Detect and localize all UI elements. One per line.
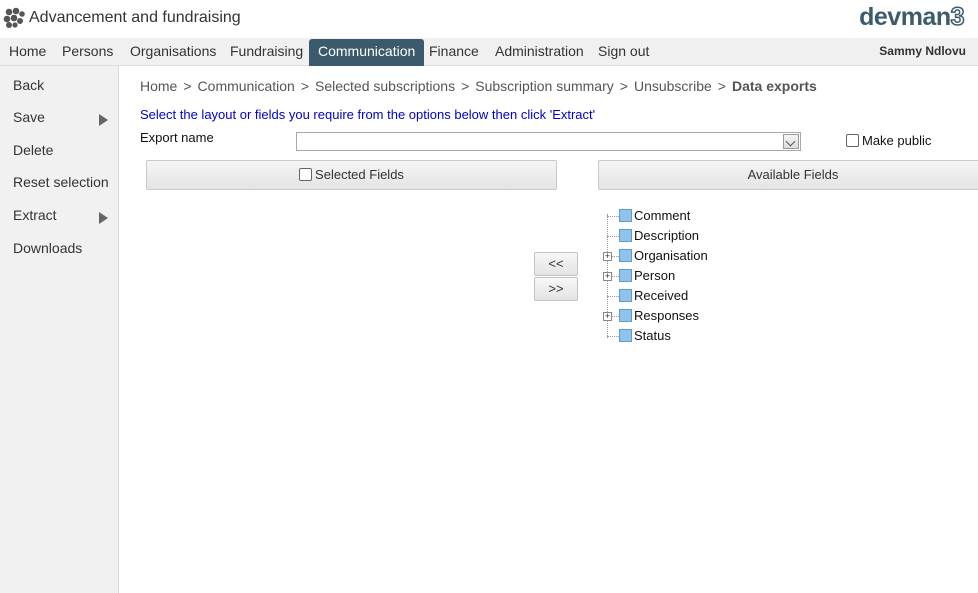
tree-item-label[interactable]: Status xyxy=(634,328,671,343)
breadcrumb-separator: > xyxy=(619,78,628,94)
breadcrumb-separator: > xyxy=(183,78,192,94)
nav-sign-out[interactable]: Sign out xyxy=(589,39,658,66)
tree-item-label[interactable]: Description xyxy=(634,228,699,243)
sidebar-item-delete[interactable]: Delete xyxy=(13,142,53,158)
move-left-button[interactable]: << xyxy=(534,252,578,276)
expand-plus-icon[interactable]: + xyxy=(603,272,612,281)
user-name: Sammy Ndlovu xyxy=(879,44,966,58)
save-submenu-arrow-icon[interactable] xyxy=(99,114,108,126)
tree-item-label[interactable]: Person xyxy=(634,268,675,283)
title-bar: Advancement and fundraising devman3 xyxy=(0,0,978,38)
nav-fundraising[interactable]: Fundraising xyxy=(221,39,312,66)
tree-item-label[interactable]: Comment xyxy=(634,208,690,223)
make-public-checkbox[interactable] xyxy=(846,134,859,147)
breadcrumb-separator: > xyxy=(717,78,726,94)
expand-plus-icon[interactable]: + xyxy=(603,252,612,261)
breadcrumb-current: Data exports xyxy=(731,78,817,94)
sidebar-item-back[interactable]: Back xyxy=(13,77,44,93)
make-public-option[interactable]: Make public xyxy=(846,133,931,148)
breadcrumb-separator: > xyxy=(300,78,309,94)
sidebar-item-save[interactable]: Save xyxy=(13,109,45,125)
breadcrumb-home[interactable]: Home xyxy=(140,78,177,94)
top-nav: Home Persons Organisations Fundraising C… xyxy=(0,38,978,66)
breadcrumb-subscription-summary[interactable]: Subscription summary xyxy=(475,78,614,94)
field-checkbox[interactable] xyxy=(619,309,632,322)
extract-submenu-arrow-icon[interactable] xyxy=(99,212,108,224)
tree-item-label[interactable]: Responses xyxy=(634,308,699,323)
expand-plus-icon[interactable]: + xyxy=(603,312,612,321)
breadcrumb-unsubscribe[interactable]: Unsubscribe xyxy=(634,78,712,94)
field-checkbox[interactable] xyxy=(619,329,632,342)
nav-communication[interactable]: Communication xyxy=(309,39,425,66)
sidebar: Back Save Delete Reset selection Extract… xyxy=(0,66,119,593)
export-name-label: Export name xyxy=(140,130,214,145)
field-checkbox[interactable] xyxy=(619,209,632,222)
tree-item-label[interactable]: Received xyxy=(634,288,688,303)
field-checkbox[interactable] xyxy=(619,229,632,242)
breadcrumb-selected-subscriptions[interactable]: Selected subscriptions xyxy=(315,78,455,94)
brand-logo: devman3 xyxy=(859,2,965,32)
field-checkbox[interactable] xyxy=(619,289,632,302)
app-logo-icon xyxy=(3,7,25,28)
make-public-label: Make public xyxy=(862,133,932,148)
breadcrumb-communication[interactable]: Communication xyxy=(198,78,295,94)
nav-administration[interactable]: Administration xyxy=(486,39,593,66)
export-name-select[interactable] xyxy=(296,132,801,151)
field-checkbox[interactable] xyxy=(619,249,632,262)
nav-organisations[interactable]: Organisations xyxy=(121,39,225,66)
nav-home[interactable]: Home xyxy=(0,39,55,66)
sidebar-item-downloads[interactable]: Downloads xyxy=(13,240,82,256)
tree-item-label[interactable]: Organisation xyxy=(634,248,708,263)
nav-finance[interactable]: Finance xyxy=(420,39,488,66)
chevron-down-icon[interactable] xyxy=(783,134,799,149)
available-fields-label: Available Fields xyxy=(747,167,839,182)
brand-version: 3 xyxy=(950,2,965,32)
nav-persons[interactable]: Persons xyxy=(53,39,122,66)
brand-text: devman xyxy=(859,3,951,31)
selected-fields-label: Selected Fields xyxy=(315,167,404,182)
field-checkbox[interactable] xyxy=(619,269,632,282)
move-right-button[interactable]: >> xyxy=(534,277,578,301)
select-all-fields-checkbox[interactable] xyxy=(299,168,313,181)
available-fields-header: Available Fields xyxy=(598,160,978,190)
instructions-text: Select the layout or fields you require … xyxy=(140,107,596,122)
breadcrumb: Home > Communication > Selected subscription… xyxy=(140,78,817,94)
breadcrumb-separator: > xyxy=(461,78,470,94)
sidebar-item-reset-selection[interactable]: Reset selection xyxy=(13,174,109,190)
sidebar-item-extract[interactable]: Extract xyxy=(13,207,57,223)
app-title: Advancement and fundraising xyxy=(29,9,241,26)
selected-fields-header[interactable]: Selected Fields xyxy=(146,160,557,190)
